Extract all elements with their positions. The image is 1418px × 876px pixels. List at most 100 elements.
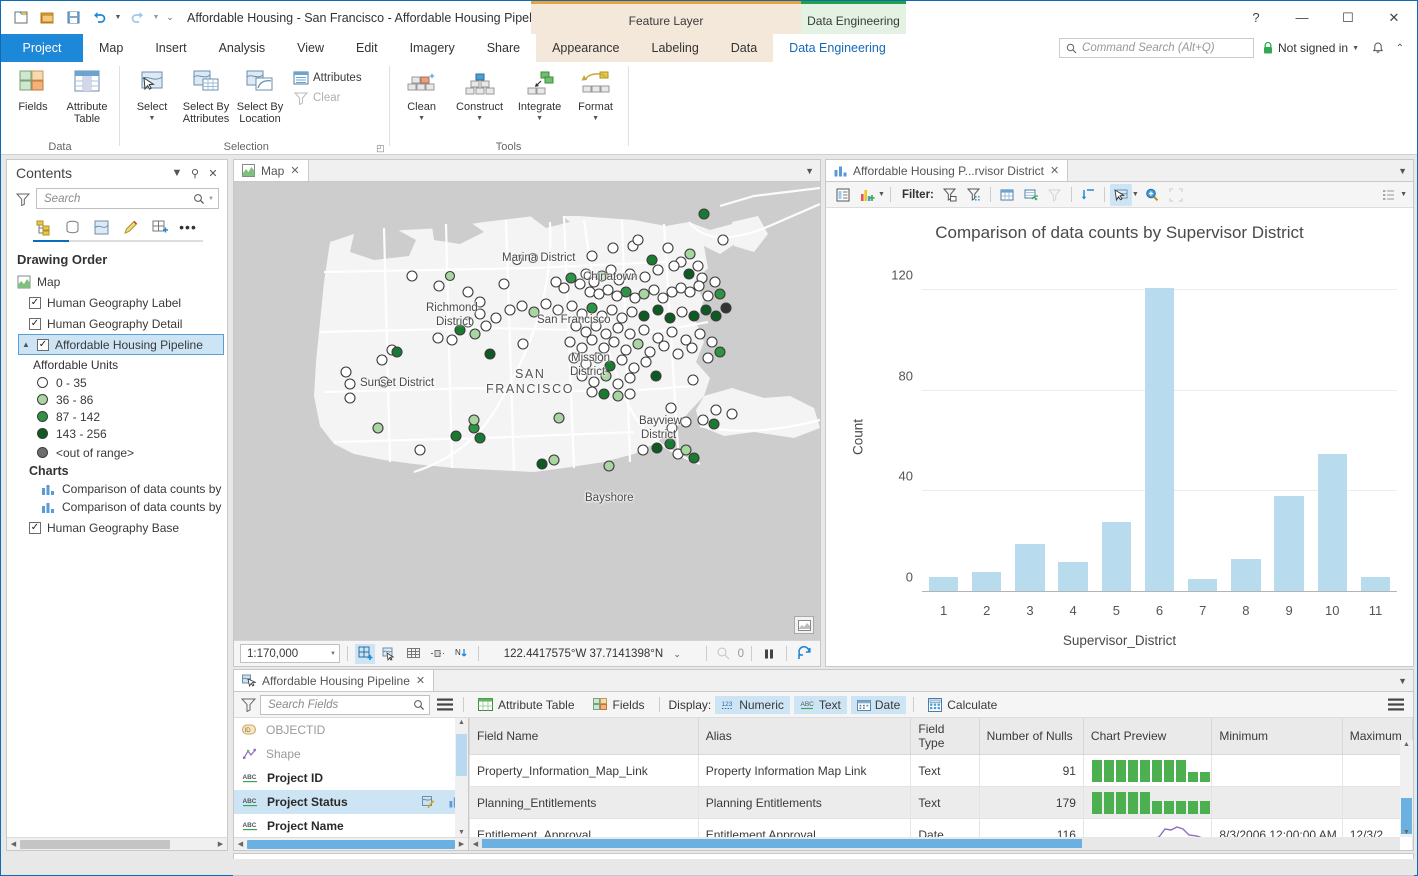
toc-map-row[interactable]: Map xyxy=(7,271,227,292)
select-features-icon[interactable] xyxy=(379,644,399,664)
minimize-button[interactable]: — xyxy=(1279,1,1325,34)
sign-in-button[interactable]: Not signed in ▼ xyxy=(1254,41,1367,55)
field-list-item[interactable]: Shape xyxy=(234,742,468,766)
layer-row-human-geography-label[interactable]: ✓ Human Geography Label xyxy=(7,292,227,313)
add-data-icon[interactable] xyxy=(355,644,375,664)
layer-row-human-geography-detail[interactable]: ✓ Human Geography Detail xyxy=(7,313,227,334)
map-document-tab[interactable]: Map ✕ xyxy=(234,160,309,181)
field-list-vertical-scrollbar[interactable]: ▲▼ xyxy=(455,718,468,837)
tab-data-engineering[interactable]: Data Engineering xyxy=(773,34,902,62)
column-header[interactable]: Field Name xyxy=(470,718,699,755)
select-caret-icon[interactable]: ▼ xyxy=(149,115,156,122)
map-canvas[interactable]: Marina District Chinatown Richmond Distr… xyxy=(234,182,820,640)
zoom-to-selection-icon[interactable] xyxy=(1141,184,1163,206)
column-header[interactable]: Chart Preview xyxy=(1083,718,1211,755)
field-list-item[interactable]: IDOBJECTID xyxy=(234,718,468,742)
customize-qat-icon[interactable]: ⌄ xyxy=(163,6,177,30)
de-document-tab[interactable]: Affordable Housing Pipeline ✕ xyxy=(234,670,434,691)
maximize-button[interactable]: ☐ xyxy=(1325,1,1371,34)
column-header[interactable]: Field Type xyxy=(911,718,979,755)
field-list-scroll[interactable]: IDOBJECTIDShapeABCProject IDABCProject S… xyxy=(234,718,468,837)
scroll-up-arrow-icon[interactable]: ▲ xyxy=(1401,741,1412,748)
list-by-selection-icon[interactable] xyxy=(91,217,111,237)
filter-icon[interactable] xyxy=(240,697,256,713)
fields-button[interactable]: Fields xyxy=(7,66,59,117)
column-header[interactable]: Minimum xyxy=(1212,718,1342,755)
scrollbar-thumb[interactable] xyxy=(456,734,467,776)
construct-button[interactable]: Construct ▼ xyxy=(450,66,510,125)
clean-caret-icon[interactable]: ▼ xyxy=(418,115,425,122)
chart-bar[interactable] xyxy=(1318,454,1347,592)
table-row[interactable]: Planning_EntitlementsPlanning Entitlemen… xyxy=(470,787,1413,819)
search-fields-input[interactable]: Search Fields xyxy=(260,695,430,715)
chart-type-caret-icon[interactable]: ▼ xyxy=(878,191,885,198)
fields-button[interactable]: Fields xyxy=(586,696,652,714)
undo-icon[interactable] xyxy=(87,6,111,30)
undo-caret-icon[interactable]: ▼ xyxy=(113,6,123,30)
tab-project[interactable]: Project xyxy=(1,34,83,62)
chart-tab-overflow-icon[interactable]: ▼ xyxy=(1398,160,1407,182)
filter-icon[interactable] xyxy=(15,191,31,207)
chart-type-icon[interactable] xyxy=(856,184,878,206)
layer-row-human-geography-base[interactable]: ✓ Human Geography Base xyxy=(7,516,227,537)
north-arrow-icon[interactable]: N xyxy=(451,644,471,664)
tab-data[interactable]: Data xyxy=(715,34,773,62)
scroll-down-arrow-icon[interactable]: ▼ xyxy=(1401,829,1412,836)
layer-checkbox[interactable]: ✓ xyxy=(29,318,41,330)
scroll-up-arrow-icon[interactable]: ▲ xyxy=(456,719,467,726)
filter-by-selection-icon[interactable] xyxy=(963,184,985,206)
scroll-left-arrow-icon[interactable]: ◀ xyxy=(469,840,482,848)
chevron-down-icon[interactable]: ⌄ xyxy=(673,649,681,659)
column-header[interactable]: Alias xyxy=(698,718,911,755)
contents-search-input[interactable]: Search ▼ xyxy=(36,188,219,209)
selection-dialog-launcher[interactable]: ◰ xyxy=(376,143,385,154)
construct-caret-icon[interactable]: ▼ xyxy=(476,115,483,122)
map-tab-overflow-icon[interactable]: ▼ xyxy=(805,160,814,182)
integrate-button[interactable]: Integrate ▼ xyxy=(512,66,568,125)
tab-insert[interactable]: Insert xyxy=(139,34,202,62)
chevron-down-icon[interactable]: ▼ xyxy=(1352,45,1359,52)
display-chip-text[interactable]: ABC Text xyxy=(794,696,847,714)
bell-icon[interactable] xyxy=(1367,37,1389,59)
attributes-button[interactable]: Attributes xyxy=(288,69,367,87)
select-button[interactable]: Select ▼ xyxy=(126,66,178,125)
switch-selection-icon[interactable] xyxy=(1020,184,1042,206)
display-chip-date[interactable]: Date xyxy=(851,696,906,714)
help-button[interactable]: ? xyxy=(1233,1,1279,34)
tab-analysis[interactable]: Analysis xyxy=(203,34,282,62)
tab-share[interactable]: Share xyxy=(471,34,536,62)
save-project-icon[interactable] xyxy=(61,6,85,30)
scrollbar-thumb[interactable] xyxy=(20,840,170,849)
more-options-icon[interactable]: ••• xyxy=(178,217,198,237)
tab-imagery[interactable]: Imagery xyxy=(394,34,471,62)
clean-button[interactable]: Clean ▼ xyxy=(396,66,448,125)
field-list-item[interactable]: ABCProject Name xyxy=(234,814,468,837)
table-row[interactable]: Property_Information_Map_LinkProperty In… xyxy=(470,755,1413,787)
select-by-attributes-button[interactable]: Select By Attributes xyxy=(180,66,232,128)
list-by-drawing-order-icon[interactable] xyxy=(33,217,53,237)
tab-view[interactable]: View xyxy=(281,34,340,62)
de-tab-close-icon[interactable]: ✕ xyxy=(416,674,425,687)
open-table-icon[interactable] xyxy=(996,184,1018,206)
grid-horizontal-scrollbar[interactable]: ◀ xyxy=(469,837,1400,850)
contents-horizontal-scrollbar[interactable]: ◀ ▶ xyxy=(7,837,227,850)
tab-edit[interactable]: Edit xyxy=(340,34,394,62)
grid-icon[interactable] xyxy=(403,644,423,664)
scroll-left-arrow-icon[interactable]: ◀ xyxy=(234,840,247,848)
chart-bar[interactable] xyxy=(1015,544,1044,592)
contents-pin-icon[interactable]: ⚲ xyxy=(186,164,204,182)
chart-canvas[interactable]: Comparison of data counts by Supervisor … xyxy=(826,208,1413,666)
select-by-location-button[interactable]: Select By Location xyxy=(234,66,286,128)
chart-item-1[interactable]: Comparison of data counts by xyxy=(7,480,227,498)
select-tool-icon[interactable] xyxy=(1110,184,1132,206)
scrollbar-thumb[interactable] xyxy=(482,839,1082,848)
options-icon[interactable] xyxy=(1385,694,1407,716)
field-list-item[interactable]: ABCProject ID xyxy=(234,766,468,790)
pause-icon[interactable] xyxy=(759,644,779,664)
command-search-input[interactable]: Command Search (Alt+Q) xyxy=(1059,38,1254,58)
format-caret-icon[interactable]: ▼ xyxy=(592,115,599,122)
layer-checkbox[interactable]: ✓ xyxy=(37,339,49,351)
hamburger-icon[interactable] xyxy=(434,694,456,716)
field-list-item[interactable]: ABCProject Status xyxy=(234,790,468,814)
list-by-snapping-icon[interactable] xyxy=(149,217,169,237)
